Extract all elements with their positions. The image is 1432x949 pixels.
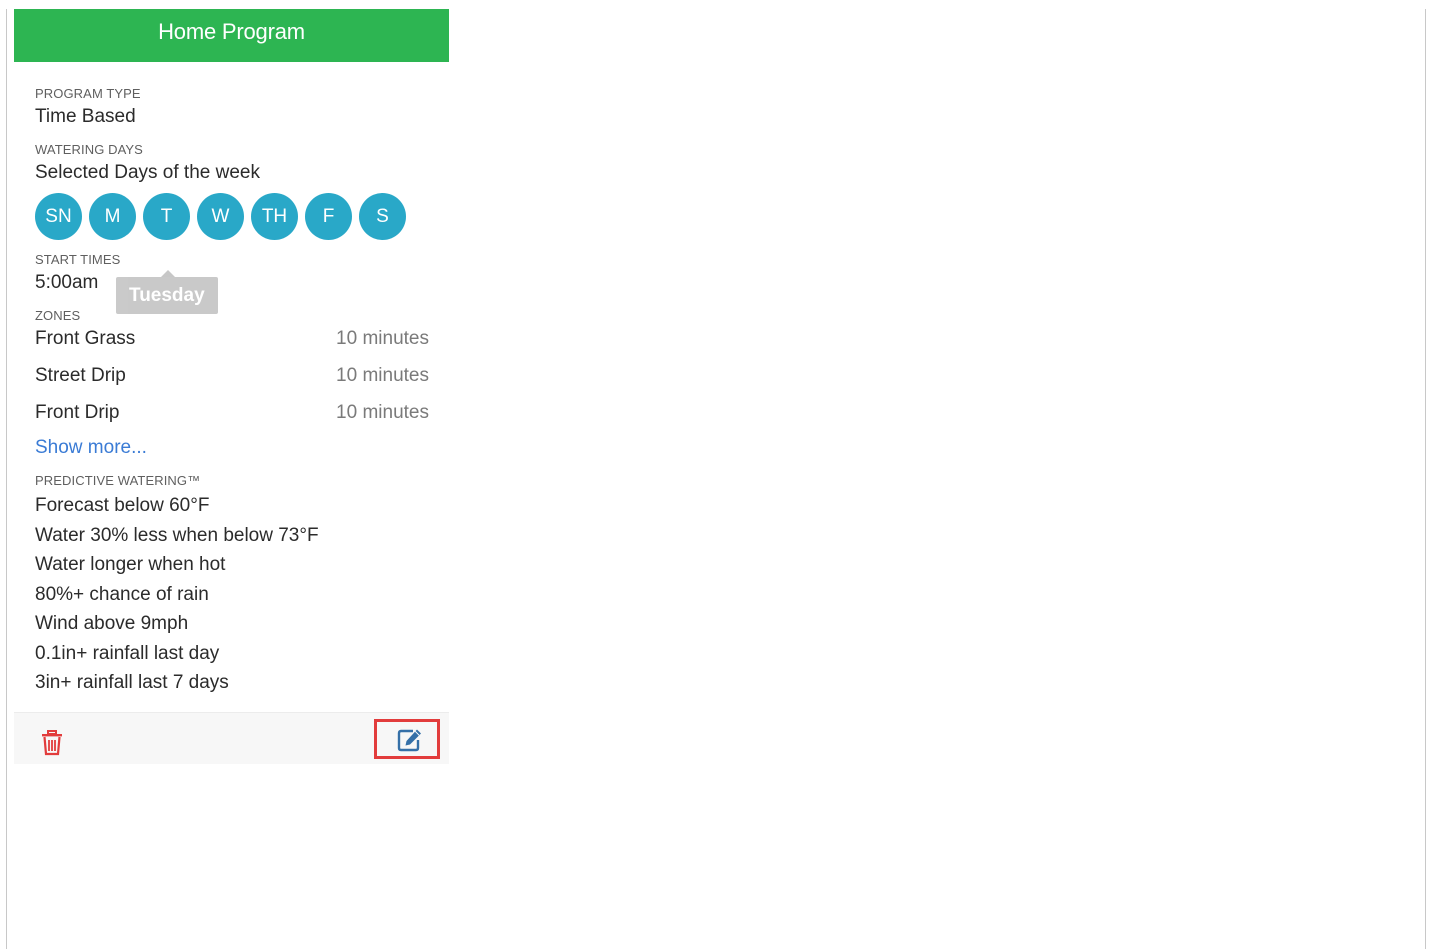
start-times-section: START TIMES 5:00am [35,252,429,295]
predictive-rule: 0.1in+ rainfall last day [35,642,220,664]
day-monday[interactable]: M [89,193,136,240]
day-tooltip: Tuesday [116,270,218,314]
trash-icon [42,729,62,755]
day-friday[interactable]: F [305,193,352,240]
predictive-rule: Forecast below 60°F [35,495,210,516]
zone-duration: 10 minutes [336,402,429,423]
program-type-value: Time Based [35,106,136,127]
predictive-rule: Water 30% less when below 73°F [35,524,319,546]
edit-icon [397,729,421,751]
day-wednesday[interactable]: W [197,193,244,240]
edit-button[interactable] [374,718,440,759]
predictive-rule: Water longer when hot [35,554,226,575]
program-title: Home Program [14,9,449,62]
zone-name: Front Grass [35,328,136,349]
predictive-rule: 80%+ chance of rain [35,583,209,605]
predictive-watering-section: PREDICTIVE WATERING™ Forecast below 60°F… [35,473,429,698]
program-type-label: PROGRAM TYPE [35,86,141,101]
day-selector: SN M T W TH F S [35,193,429,240]
day-saturday[interactable]: S [359,193,406,240]
zone-name: Street Drip [35,365,126,386]
zone-duration: 10 minutes [336,328,429,349]
program-details: PROGRAM TYPE Time Based WATERING DAYS Se… [14,62,449,698]
zone-row: Street Drip 10 minutes [35,364,429,388]
day-thursday[interactable]: TH [251,193,298,240]
tooltip-arrow [161,270,175,277]
zone-row: Front Drip 10 minutes [35,401,429,425]
watering-days-section: WATERING DAYS Selected Days of the week … [35,142,429,240]
day-tuesday[interactable]: T [143,193,190,240]
predictive-rule: Wind above 9mph [35,613,189,634]
zones-section: ZONES Front Grass 10 minutes Street Drip… [35,308,429,473]
program-type-section: PROGRAM TYPE Time Based [35,86,429,129]
start-time-value: 5:00am [35,272,99,293]
predictive-rule: 3in+ rainfall last 7 days [35,672,229,693]
zone-row: Front Grass 10 minutes [35,327,429,351]
show-more-link[interactable]: Show more... [35,436,147,460]
delete-button[interactable] [40,729,64,756]
zone-name: Front Drip [35,402,120,423]
zones-label: ZONES [35,308,81,323]
program-card: Home Program PROGRAM TYPE Time Based WAT… [14,9,449,764]
day-sunday[interactable]: SN [35,193,82,240]
start-times-label: START TIMES [35,252,121,267]
watering-days-value: Selected Days of the week [35,162,260,183]
predictive-watering-label: PREDICTIVE WATERING™ [35,473,201,488]
watering-days-label: WATERING DAYS [35,142,143,157]
tooltip-text: Tuesday [116,277,218,314]
card-footer [14,711,449,764]
zone-duration: 10 minutes [336,365,429,386]
